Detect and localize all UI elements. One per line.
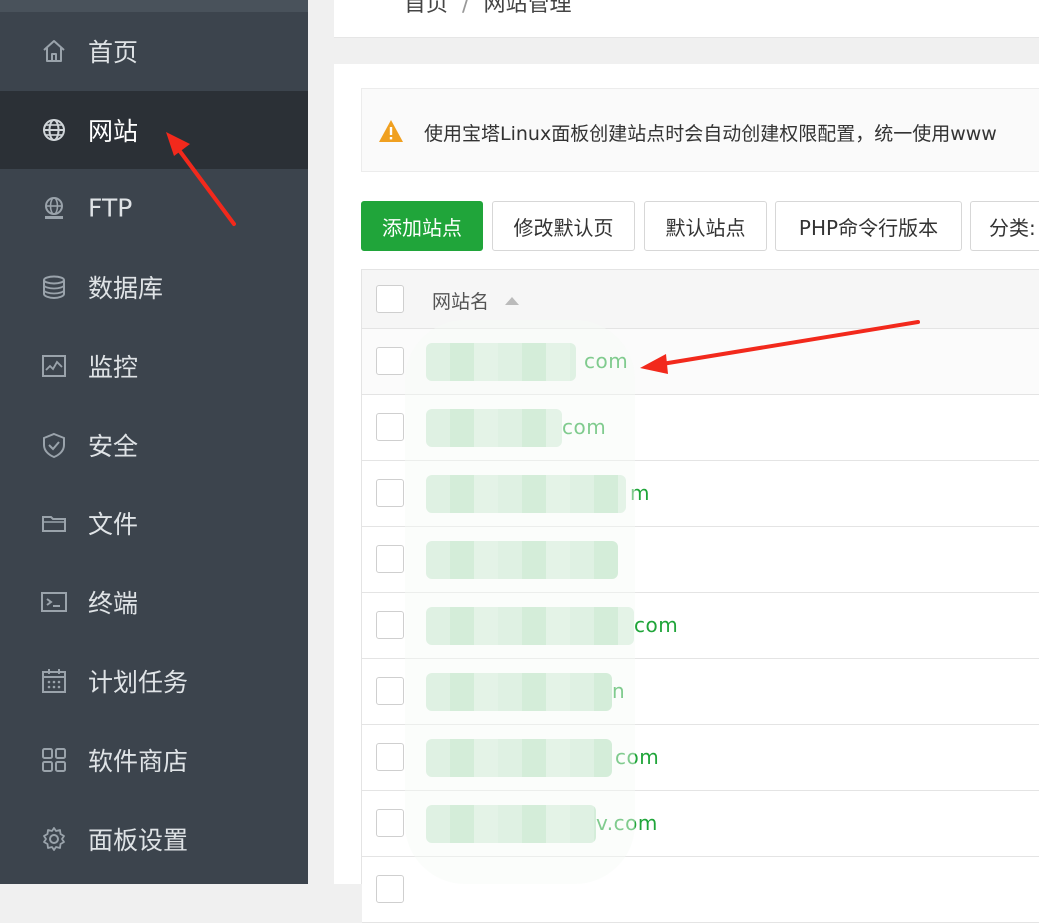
category-select[interactable]: 分类:	[970, 201, 1039, 251]
calendar-icon	[40, 667, 68, 695]
terminal-icon	[40, 588, 68, 616]
gear-icon	[40, 825, 68, 853]
sidebar-item-settings[interactable]: 面板设置	[0, 800, 308, 878]
table-row[interactable]: v.com	[362, 791, 1039, 857]
sidebar-item-label: 安全	[88, 432, 139, 461]
notice-text: 使用宝塔Linux面板创建站点时会自动创建权限配置，统一使用www	[424, 123, 997, 145]
breadcrumb-home[interactable]: 首页	[404, 0, 448, 17]
add-site-button[interactable]: 添加站点	[361, 201, 483, 251]
sidebar: 首页 网站 FTP 数据库 监控 安全 文件 终端 计划任务 软件商店 面板设置	[0, 0, 308, 884]
table-row[interactable]: com	[362, 395, 1039, 461]
warning-icon	[379, 120, 403, 142]
breadcrumb-current: 网站管理	[483, 0, 572, 17]
sidebar-item-security[interactable]: 安全	[0, 406, 308, 484]
row-checkbox[interactable]	[376, 875, 404, 903]
table-row[interactable]: n	[362, 659, 1039, 725]
sidebar-item-label: 文件	[88, 510, 139, 539]
sidebar-item-label: 终端	[88, 589, 139, 618]
redacted-site-name	[426, 475, 626, 513]
sidebar-item-label: 计划任务	[88, 668, 189, 697]
php-cli-version-button[interactable]: PHP命令行版本	[775, 201, 962, 251]
sidebar-top-strip	[0, 0, 308, 12]
redacted-site-name	[426, 739, 612, 777]
row-checkbox[interactable]	[376, 413, 404, 441]
main-panel: 使用宝塔Linux面板创建站点时会自动创建权限配置，统一使用www 添加站点 修…	[334, 64, 1039, 923]
home-icon	[40, 37, 68, 65]
sidebar-item-label: 网站	[88, 117, 139, 146]
database-icon	[40, 273, 68, 301]
redacted-site-name	[426, 343, 576, 381]
sidebar-item-label: 监控	[88, 353, 139, 382]
sidebar-item-label: 软件商店	[88, 747, 189, 776]
sidebar-item-label: 首页	[88, 38, 139, 67]
table-row[interactable]: com	[362, 725, 1039, 791]
sites-table: 网站名 com com m com n com v.com	[361, 269, 1039, 923]
top-bar: 首页 / 网站管理	[334, 0, 1039, 38]
sidebar-item-app-store[interactable]: 软件商店	[0, 721, 308, 799]
sort-ascending-icon[interactable]	[504, 296, 520, 306]
shield-icon	[40, 431, 68, 459]
row-checkbox[interactable]	[376, 347, 404, 375]
table-row[interactable]: com	[362, 329, 1039, 395]
globe-icon	[40, 116, 68, 144]
redacted-site-name	[426, 607, 634, 645]
table-row[interactable]	[362, 527, 1039, 593]
column-header-site-name[interactable]: 网站名	[432, 287, 489, 314]
row-checkbox[interactable]	[376, 545, 404, 573]
sidebar-item-website[interactable]: 网站	[0, 91, 308, 169]
row-checkbox[interactable]	[376, 809, 404, 837]
row-checkbox[interactable]	[376, 611, 404, 639]
default-site-button[interactable]: 默认站点	[644, 201, 767, 251]
folder-icon	[40, 509, 68, 537]
notice-banner: 使用宝塔Linux面板创建站点时会自动创建权限配置，统一使用www	[361, 88, 1039, 172]
table-row[interactable]: com	[362, 593, 1039, 659]
select-all-checkbox[interactable]	[376, 285, 404, 313]
redacted-site-name	[426, 409, 562, 447]
table-row[interactable]	[362, 857, 1039, 923]
ftp-icon	[40, 194, 68, 222]
redacted-site-name	[426, 541, 618, 579]
site-name-link[interactable]: m	[630, 481, 650, 505]
sidebar-item-label: 面板设置	[88, 826, 189, 855]
breadcrumb-separator: /	[462, 0, 470, 17]
apps-icon	[40, 746, 68, 774]
sidebar-item-files[interactable]: 文件	[0, 484, 308, 562]
table-header: 网站名	[362, 270, 1039, 329]
row-checkbox[interactable]	[376, 479, 404, 507]
site-name-link[interactable]: n	[612, 679, 625, 703]
site-name-link[interactable]: com	[634, 613, 678, 637]
sidebar-item-label: 数据库	[88, 274, 164, 303]
sidebar-item-label: FTP	[88, 193, 133, 223]
breadcrumb: 首页 / 网站管理	[378, 0, 571, 18]
site-name-link[interactable]: com	[615, 745, 659, 769]
toolbar: 添加站点 修改默认页 默认站点 PHP命令行版本 分类:	[361, 201, 1039, 251]
table-row[interactable]: m	[362, 461, 1039, 527]
redacted-site-name	[426, 673, 612, 711]
site-name-link[interactable]: v.com	[596, 811, 658, 835]
redacted-site-name	[426, 805, 596, 843]
sidebar-item-cron[interactable]: 计划任务	[0, 642, 308, 720]
sidebar-item-monitor[interactable]: 监控	[0, 327, 308, 405]
sidebar-item-database[interactable]: 数据库	[0, 248, 308, 326]
row-checkbox[interactable]	[376, 677, 404, 705]
site-name-link[interactable]: com	[584, 349, 628, 373]
sidebar-item-ftp[interactable]: FTP	[0, 169, 308, 247]
modify-default-page-button[interactable]: 修改默认页	[492, 201, 635, 251]
sidebar-item-home[interactable]: 首页	[0, 12, 308, 90]
home-icon	[376, 0, 398, 4]
monitor-icon	[40, 352, 68, 380]
row-checkbox[interactable]	[376, 743, 404, 771]
site-name-link[interactable]: com	[562, 415, 606, 439]
sidebar-item-terminal[interactable]: 终端	[0, 563, 308, 641]
